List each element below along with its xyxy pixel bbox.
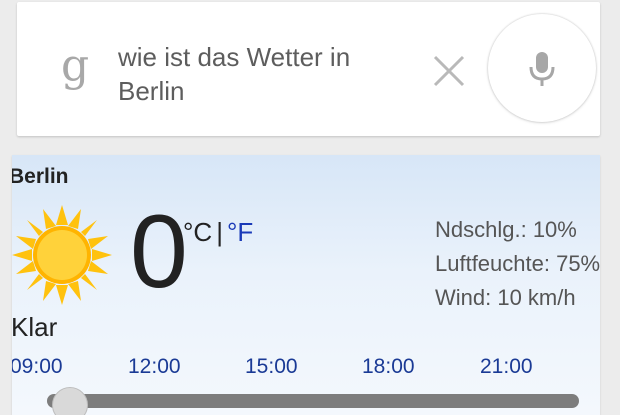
hourly-time-1500[interactable]: 15:00: [245, 355, 298, 379]
google-logo: g: [61, 40, 90, 91]
unit-celsius[interactable]: °C: [183, 217, 212, 247]
voice-search-button[interactable]: [488, 14, 596, 122]
wind-text: Wind: 10 km/h: [435, 285, 576, 310]
hourly-time-1800[interactable]: 18:00: [362, 355, 415, 379]
precipitation-text: Ndschlg.: 10%: [435, 217, 577, 242]
time-slider[interactable]: [47, 394, 579, 408]
humidity-text: Luftfeuchte: 75%: [435, 251, 600, 276]
search-bar: g wie ist das Wetter in Berlin: [17, 2, 600, 136]
close-icon: [433, 55, 465, 87]
time-slider-handle[interactable]: [52, 387, 88, 415]
clear-button[interactable]: [431, 53, 467, 89]
hourly-time-1200[interactable]: 12:00: [128, 355, 181, 379]
sun-icon: [12, 205, 112, 310]
search-query-line-1: wie ist das Wetter in: [118, 42, 351, 72]
mic-icon: [529, 52, 555, 86]
weather-card: Berlin 0 °C | °F Klar Ndschlg.: 10% Luft…: [12, 155, 600, 415]
search-query[interactable]: wie ist das Wetter in Berlin: [118, 40, 418, 108]
hourly-forecast: 09:00 12:00 15:00 18:00 21:00: [12, 355, 600, 385]
temperature-value: 0: [130, 194, 188, 310]
hourly-time-2100[interactable]: 21:00: [480, 355, 533, 379]
unit-fahrenheit[interactable]: °F: [227, 217, 253, 247]
weather-details: Ndschlg.: 10% Luftfeuchte: 75% Wind: 10 …: [435, 213, 600, 315]
weather-city: Berlin: [12, 165, 69, 188]
search-query-line-2: Berlin: [118, 76, 185, 106]
unit-separator: |: [216, 217, 223, 247]
temperature-unit-toggle: °C | °F: [183, 217, 253, 248]
hourly-time-0900[interactable]: 09:00: [12, 355, 63, 379]
weather-condition: Klar: [12, 312, 58, 342]
